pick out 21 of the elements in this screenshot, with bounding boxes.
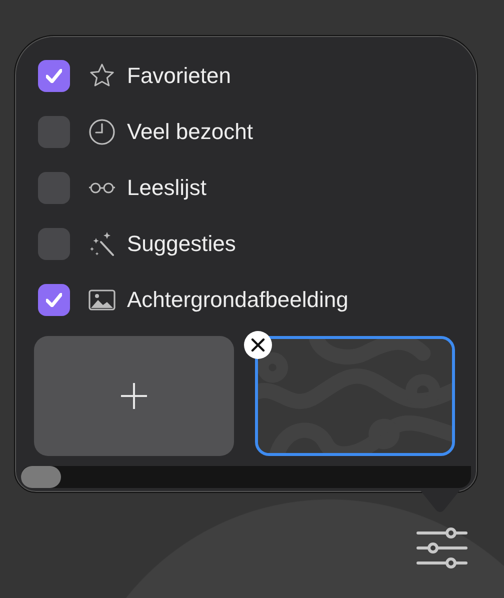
checkbox[interactable] [38,116,70,148]
clock-icon [88,118,116,146]
option-label: Favorieten [127,63,231,89]
image-icon [88,289,116,311]
magic-wand-icon [88,230,116,258]
close-button[interactable] [244,331,272,359]
option-label: Achtergrondafbeelding [127,287,348,313]
glasses-icon [88,182,116,194]
plus-icon [120,382,148,410]
option-label: Veel bezocht [127,119,253,145]
checkmark-icon [46,293,62,307]
settings-sliders-icon[interactable] [416,527,468,569]
checkbox[interactable] [38,60,70,92]
scrollbar[interactable] [21,466,471,488]
option-label: Leeslijst [127,175,206,201]
option-label: Suggesties [127,231,236,257]
scrollbar-thumb[interactable] [21,466,61,488]
checkbox[interactable] [38,284,70,316]
checkbox[interactable] [38,228,70,260]
checkbox[interactable] [38,172,70,204]
checkmark-icon [46,69,62,83]
